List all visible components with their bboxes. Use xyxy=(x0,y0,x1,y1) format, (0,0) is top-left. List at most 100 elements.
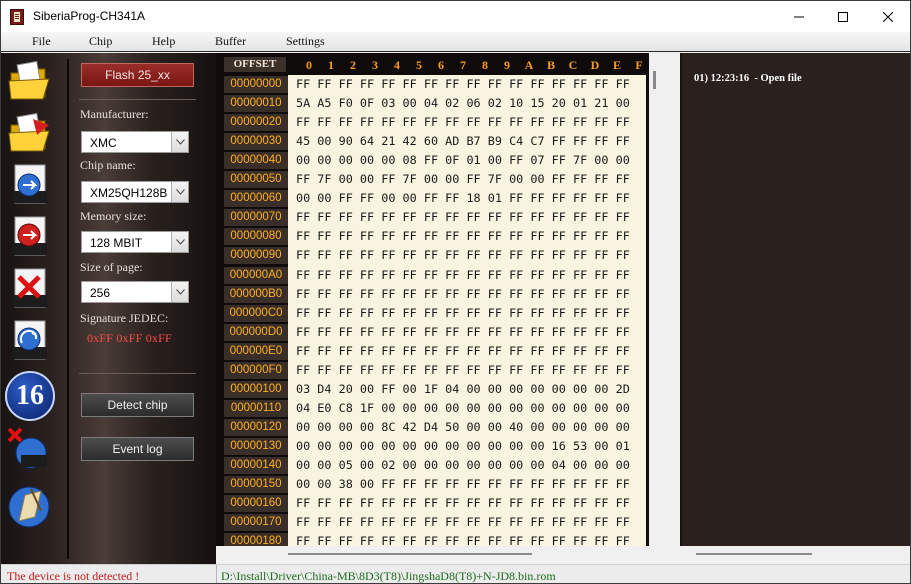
hex-row[interactable]: 00 00 38 00 FF FF FF FF FF FF FF FF FF F… xyxy=(296,476,630,493)
chip-name-select[interactable]: XM25QH128B xyxy=(81,181,189,203)
manufacturer-value: XMC xyxy=(90,136,117,150)
manufacturer-label: Manufacturer: xyxy=(80,107,149,121)
hex-row[interactable]: FF FF FF FF FF FF FF FF FF FF FF FF FF F… xyxy=(296,514,630,531)
menu-file[interactable]: File xyxy=(32,34,51,49)
hex-row[interactable]: FF FF FF FF FF FF FF FF FF FF FF FF FF F… xyxy=(296,228,630,245)
hex-row[interactable]: FF FF FF FF FF FF FF FF FF FF FF FF FF F… xyxy=(296,305,630,322)
offset-row: 00000030 xyxy=(224,133,288,151)
offset-row: 00000170 xyxy=(224,514,288,532)
memory-size-value: 128 MBIT xyxy=(90,236,143,250)
memory-size-label: Memory size: xyxy=(80,209,147,223)
column-header: 5 xyxy=(416,58,422,72)
hex-row[interactable]: FF FF FF FF FF FF FF FF FF FF FF FF FF F… xyxy=(296,114,630,131)
hex-row[interactable]: 03 D4 20 00 FF 00 1F 04 00 00 00 00 00 0… xyxy=(296,381,630,398)
hex-row[interactable]: FF FF FF FF FF FF FF FF FF FF FF FF FF F… xyxy=(296,343,630,360)
log-horizontal-scrollbar[interactable] xyxy=(680,546,910,563)
jedec-label: Signature JEDEC: xyxy=(80,311,169,325)
flash-type-button[interactable]: Flash 25_xx xyxy=(81,63,194,87)
blank-check-icon[interactable] xyxy=(5,425,55,475)
toolbar: 16 xyxy=(1,53,63,564)
hex-editor[interactable]: OFFSET 0 1 2 3 4 5 6 7 8 9ABCDEF 00000000 00000010… xyxy=(216,53,660,551)
offset-header: OFFSET xyxy=(224,57,286,72)
device-status: The device is not detected ! xyxy=(7,569,140,583)
chevron-down-icon[interactable] xyxy=(171,232,188,252)
offset-row: 00000010 xyxy=(224,95,288,113)
scroll-thumb[interactable] xyxy=(288,553,532,555)
hex-data[interactable]: FF FF FF FF FF FF FF FF FF FF FF FF FF F… xyxy=(288,75,646,548)
hex-row[interactable]: FF FF FF FF FF FF FF FF FF FF FF FF FF F… xyxy=(296,495,630,512)
minimize-button[interactable] xyxy=(776,1,822,32)
scroll-thumb[interactable] xyxy=(696,553,812,555)
erase-chip-icon[interactable] xyxy=(5,265,55,315)
hex-row[interactable]: FF FF FF FF FF FF FF FF FF FF FF FF FF F… xyxy=(296,247,630,264)
hex-row[interactable]: 04 E0 C8 1F 00 00 00 00 00 00 00 00 00 0… xyxy=(296,400,630,417)
window-title: SiberiaProg-CH341A xyxy=(33,9,146,23)
column-header: D xyxy=(590,58,600,72)
hex-row[interactable]: FF FF FF FF FF FF FF FF FF FF FF FF FF F… xyxy=(296,267,630,284)
save-file-icon[interactable] xyxy=(5,109,55,159)
hex-row[interactable]: 00 00 00 00 8C 42 D4 50 00 00 40 00 00 0… xyxy=(296,419,630,436)
hex-row[interactable]: FF FF FF FF FF FF FF FF FF FF FF FF FF F… xyxy=(296,209,630,226)
offset-row: 000000A0 xyxy=(224,266,288,284)
hex-row[interactable]: 00 00 05 00 02 00 00 00 00 00 00 00 04 0… xyxy=(296,457,630,474)
hex-row[interactable]: FF FF FF FF FF FF FF FF FF FF FF FF FF F… xyxy=(296,324,630,341)
offset-row: 00000080 xyxy=(224,228,288,246)
hex-horizontal-scrollbar[interactable] xyxy=(216,546,675,563)
panel-gap xyxy=(660,53,680,546)
menu-buffer[interactable]: Buffer xyxy=(215,34,246,49)
column-header: F xyxy=(635,58,643,72)
menu-chip[interactable]: Chip xyxy=(89,34,112,49)
page-size-value: 256 xyxy=(90,286,111,300)
hex-row[interactable]: 00 00 00 00 00 08 FF 0F 01 00 FF 07 FF 7… xyxy=(296,152,630,169)
maximize-button[interactable] xyxy=(820,1,866,32)
offset-row: 000000F0 xyxy=(224,361,288,379)
scroll-thumb[interactable] xyxy=(653,71,656,89)
column-header: 7 xyxy=(460,58,466,72)
hex-16-label: 16 xyxy=(16,380,44,411)
auto-program-icon[interactable] xyxy=(5,481,55,531)
page-size-label: Size of page: xyxy=(80,260,143,274)
chevron-down-icon[interactable] xyxy=(171,182,188,202)
column-header: 4 xyxy=(394,58,400,72)
offset-row: 00000050 xyxy=(224,171,288,189)
hex-row[interactable]: 00 00 00 00 00 00 00 00 00 00 00 00 16 5… xyxy=(296,438,630,455)
chevron-down-icon[interactable] xyxy=(171,132,188,152)
chevron-down-icon[interactable] xyxy=(171,282,188,302)
memory-size-select[interactable]: 128 MBIT xyxy=(81,231,189,253)
hex-row[interactable]: FF FF FF FF FF FF FF FF FF FF FF FF FF F… xyxy=(296,76,630,93)
hex-row[interactable]: FF FF FF FF FF FF FF FF FF FF FF FF FF F… xyxy=(296,362,630,379)
verify-chip-icon[interactable] xyxy=(5,317,55,367)
status-divider xyxy=(216,565,217,583)
read-chip-icon[interactable] xyxy=(5,161,55,211)
detect-chip-button[interactable]: Detect chip xyxy=(81,393,194,417)
offset-row: 000000D0 xyxy=(224,323,288,341)
maximize-icon xyxy=(838,11,848,22)
hex-row[interactable]: 45 00 90 64 21 42 60 AD B7 B9 C4 C7 FF F… xyxy=(296,133,630,150)
hex-row[interactable]: FF 7F 00 00 FF 7F 00 00 FF 7F 00 00 FF F… xyxy=(296,171,630,188)
menu-settings[interactable]: Settings xyxy=(286,34,325,49)
offset-row: 00000020 xyxy=(224,114,288,132)
offset-row: 00000160 xyxy=(224,495,288,513)
hex-vertical-scrollbar[interactable] xyxy=(649,53,660,546)
open-file-icon[interactable] xyxy=(5,57,55,107)
hex-row[interactable]: FF FF FF FF FF FF FF FF FF FF FF FF FF F… xyxy=(296,286,630,303)
offset-row: 00000140 xyxy=(224,457,288,474)
menu-help[interactable]: Help xyxy=(152,34,175,49)
hex-row[interactable]: 5A A5 F0 0F 03 00 04 02 06 02 10 15 20 0… xyxy=(296,95,630,112)
page-size-select[interactable]: 256 xyxy=(81,281,189,303)
hex-16-icon[interactable]: 16 xyxy=(5,371,55,421)
write-chip-icon[interactable] xyxy=(5,213,55,263)
offset-row: 00000040 xyxy=(224,152,288,170)
event-log-button[interactable]: Event log xyxy=(81,437,194,461)
close-button[interactable] xyxy=(865,1,910,32)
column-header: 2 xyxy=(350,58,356,72)
log-entry: 01) 12:23:16 - Open file xyxy=(694,73,802,84)
column-header: A xyxy=(524,58,534,72)
hex-row[interactable]: 00 00 FF FF 00 00 FF FF 18 01 FF FF FF F… xyxy=(296,190,630,207)
column-header: 9 xyxy=(504,58,510,72)
manufacturer-select[interactable]: XMC xyxy=(81,131,189,153)
column-header: B xyxy=(546,58,555,72)
app-logo-icon xyxy=(10,9,24,25)
left-panel: 16 Flash 25_xx Manufacturer: XMC Chip na… xyxy=(1,53,216,564)
column-header: 0 xyxy=(306,58,312,72)
